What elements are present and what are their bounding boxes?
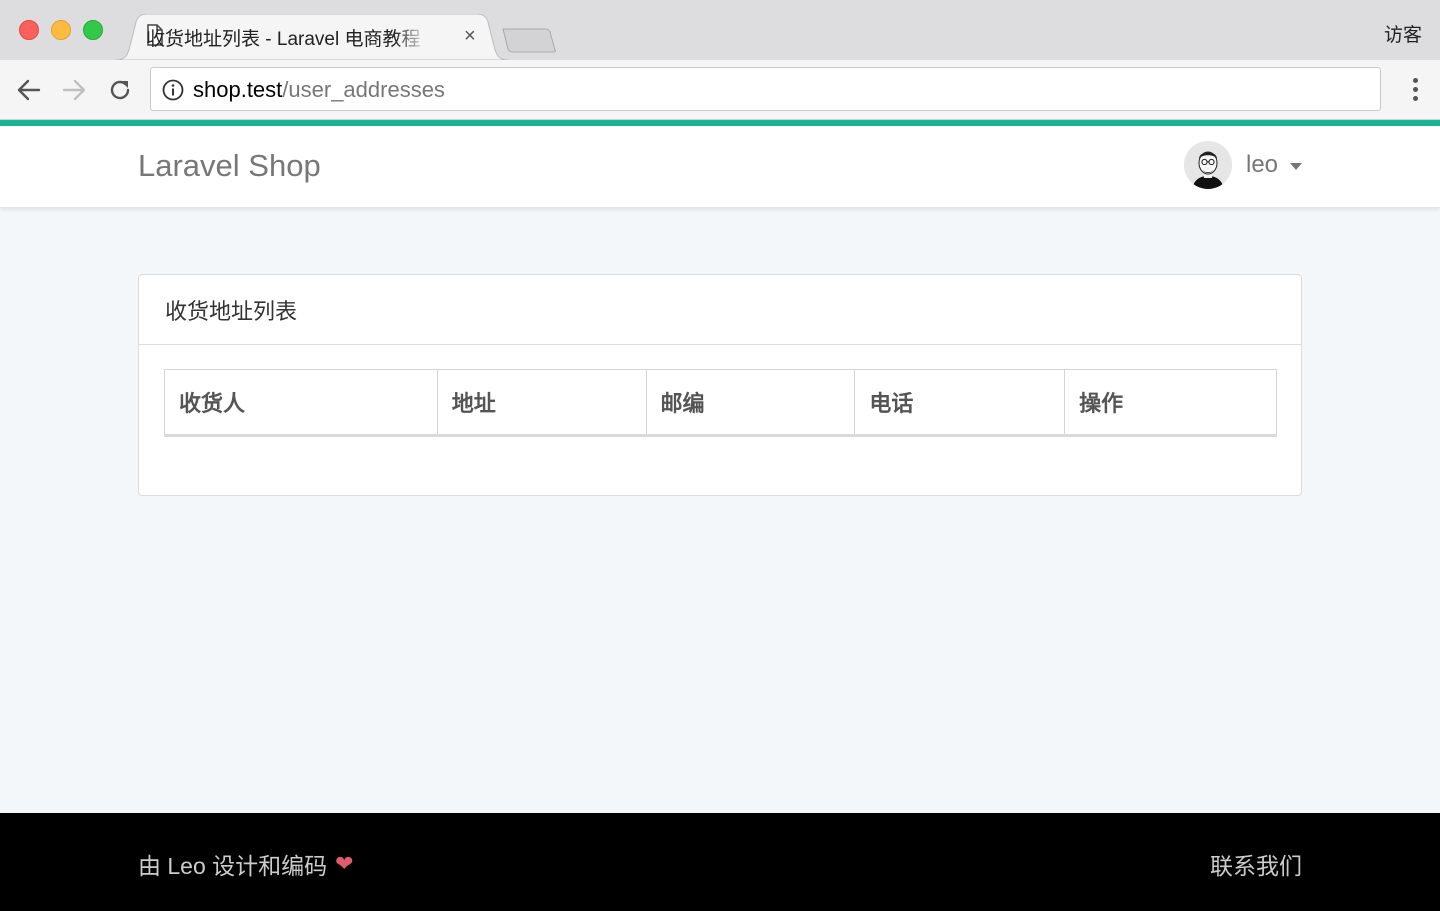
arrow-right-icon (62, 79, 86, 101)
browser-tab-active[interactable]: 收货地址列表 - Laravel 电商教程 × (116, 14, 508, 60)
back-button[interactable] (15, 76, 43, 104)
reload-button[interactable] (106, 76, 134, 104)
address-panel: 收货地址列表 收货人 地址 邮编 电话 操作 (138, 274, 1302, 496)
user-dropdown[interactable]: leo (1184, 140, 1303, 190)
address-table: 收货人 地址 邮编 电话 操作 (164, 369, 1277, 437)
new-tab-button[interactable] (500, 26, 558, 59)
close-window-button[interactable] (19, 20, 39, 40)
arrow-left-icon (17, 79, 41, 101)
browser-titlebar: 收货地址列表 - Laravel 电商教程 × 访客 (0, 0, 1440, 60)
heart-icon: ❤ (335, 851, 354, 876)
footer-credit: 由 Leo 设计和编码 ❤ (138, 847, 354, 881)
column-header-recipient: 收货人 (164, 369, 438, 437)
info-icon[interactable] (162, 79, 184, 101)
contact-link[interactable]: 联系我们 (1210, 847, 1302, 881)
caret-down-icon (1290, 162, 1303, 170)
panel-heading: 收货地址列表 (139, 275, 1301, 345)
guest-profile-label[interactable]: 访客 (1384, 20, 1422, 47)
column-header-address: 地址 (436, 369, 647, 437)
tab-title: 收货地址列表 - Laravel 电商教程 (146, 28, 421, 50)
site-navbar: Laravel Shop leo (0, 126, 1440, 208)
column-header-phone: 电话 (854, 369, 1066, 437)
table-header-row: 收货人 地址 邮编 电话 操作 (164, 369, 1277, 437)
minimize-window-button[interactable] (51, 20, 71, 40)
tab-close-button[interactable]: × (464, 26, 476, 46)
footer-credit-text: 由 Leo 设计和编码 (138, 853, 328, 879)
menu-dot (1412, 87, 1418, 92)
avatar-image (1184, 141, 1232, 189)
browser-toolbar: shop.test/user_addresses (0, 60, 1440, 120)
maximize-window-button[interactable] (83, 20, 103, 40)
new-tab-icon (502, 28, 556, 53)
panel-title: 收货地址列表 (165, 298, 298, 324)
menu-dot (1412, 96, 1418, 101)
forward-button[interactable] (60, 76, 88, 104)
url-path: /user_addresses (282, 77, 445, 102)
user-name: leo (1246, 151, 1279, 178)
reload-icon (110, 80, 130, 100)
address-bar[interactable]: shop.test/user_addresses (150, 67, 1381, 111)
url-host: shop.test (193, 77, 283, 102)
menu-dot (1412, 78, 1418, 83)
column-header-actions: 操作 (1064, 369, 1277, 437)
column-header-zip: 邮编 (645, 369, 856, 437)
browser-menu-button[interactable] (1410, 78, 1420, 104)
url-text[interactable]: shop.test/user_addresses (193, 77, 445, 103)
avatar (1184, 141, 1232, 189)
site-footer: 由 Leo 设计和编码 ❤ 联系我们 (0, 813, 1440, 911)
brand-link[interactable]: Laravel Shop (138, 148, 321, 184)
